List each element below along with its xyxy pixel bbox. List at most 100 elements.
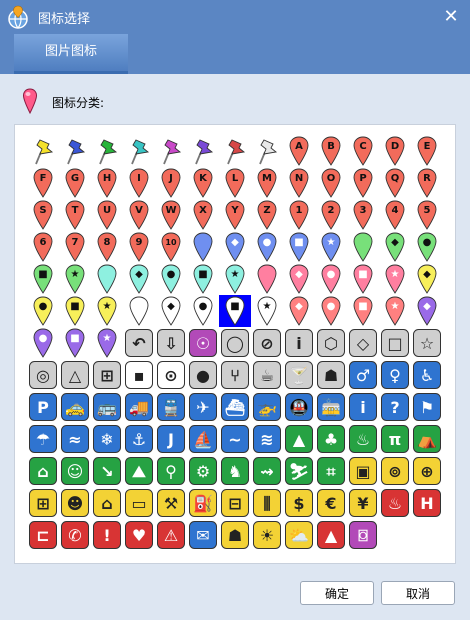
partly-sunny-icon[interactable]: ⛅ [283, 519, 315, 551]
map-pin-icon[interactable]: ★ [379, 263, 411, 295]
coffee-icon[interactable]: ☕ [251, 359, 283, 391]
map-pin-icon[interactable]: ● [155, 263, 187, 295]
map-pin-icon[interactable]: P [347, 167, 379, 199]
map-pin-icon[interactable]: O [315, 167, 347, 199]
map-pin-icon[interactable]: ★ [219, 263, 251, 295]
subway-icon[interactable]: 🚇 [283, 391, 315, 423]
map-pin-icon[interactable]: ■ [187, 263, 219, 295]
airplane-icon[interactable]: ✈ [187, 391, 219, 423]
map-pin-icon[interactable]: T [59, 199, 91, 231]
map-pin-icon[interactable] [187, 231, 219, 263]
map-pin-icon[interactable]: ■ [59, 327, 91, 359]
thumbtack-icon[interactable] [91, 135, 123, 167]
map-pin-icon[interactable]: Y [219, 199, 251, 231]
ring-icon[interactable]: ◯ [219, 327, 251, 359]
map-pin-icon[interactable]: J [155, 167, 187, 199]
trail-arrow-icon[interactable]: ↘ [91, 455, 123, 487]
map-pin-icon[interactable]: ◆ [379, 231, 411, 263]
fire-icon[interactable]: ♨ [379, 487, 411, 519]
map-pin-icon[interactable] [91, 263, 123, 295]
crosshair-icon[interactable]: ⊞ [91, 359, 123, 391]
picnic-icon[interactable]: π [379, 423, 411, 455]
phone-icon[interactable]: ✆ [59, 519, 91, 551]
help-icon[interactable]: ? [379, 391, 411, 423]
man-icon[interactable]: ♂ [347, 359, 379, 391]
thumbtack-icon[interactable] [155, 135, 187, 167]
close-icon[interactable]: ✕ [440, 6, 462, 28]
film-icon[interactable]: ⊚ [379, 455, 411, 487]
yen-icon[interactable]: ¥ [347, 487, 379, 519]
tram-icon[interactable]: 🚋 [315, 391, 347, 423]
ship-icon[interactable]: ⛴ [219, 391, 251, 423]
grocery-icon[interactable]: ⊕ [411, 455, 443, 487]
map-pin-icon[interactable]: ★ [379, 295, 411, 327]
map-pin-icon[interactable]: ◆ [411, 263, 443, 295]
map-pin-icon[interactable]: V [123, 199, 155, 231]
anchor-icon[interactable]: ⚓ [123, 423, 155, 455]
map-pin-icon[interactable]: 1 [283, 199, 315, 231]
map-pin-icon[interactable]: ◆ [411, 295, 443, 327]
sign-icon[interactable]: ⊟ [219, 487, 251, 519]
running-icon[interactable]: ⇝ [251, 455, 283, 487]
caution-icon[interactable]: ⚠ [155, 519, 187, 551]
hiking-icon[interactable]: ⛰ [123, 455, 155, 487]
camera-icon[interactable]: ⌼ [347, 519, 379, 551]
map-pin-icon[interactable]: K [187, 167, 219, 199]
map-pin-icon[interactable]: 8 [91, 231, 123, 263]
home-icon[interactable]: ⌂ [27, 455, 59, 487]
bed-icon[interactable]: ⊏ [27, 519, 59, 551]
heartbeat-icon[interactable]: ♥ [123, 519, 155, 551]
info-icon[interactable]: i [283, 327, 315, 359]
sun-icon[interactable]: ☀ [251, 519, 283, 551]
skiing-icon[interactable]: ⛷ [283, 455, 315, 487]
hexagon-icon[interactable]: ⬡ [315, 327, 347, 359]
map-pin-icon[interactable]: ★ [91, 327, 123, 359]
thumbtack-icon[interactable] [59, 135, 91, 167]
map-pin-icon[interactable]: W [155, 199, 187, 231]
hospital-icon[interactable]: H [411, 487, 443, 519]
map-pin-icon[interactable] [251, 263, 283, 295]
thumbtack-icon[interactable] [219, 135, 251, 167]
horse-icon[interactable]: ♞ [219, 455, 251, 487]
thumbtack-icon[interactable] [27, 135, 59, 167]
helicopter-icon[interactable]: 🚁 [251, 391, 283, 423]
rain-icon[interactable]: ☂ [27, 423, 59, 455]
map-pin-icon[interactable]: ● [27, 327, 59, 359]
info-blue-icon[interactable]: i [347, 391, 379, 423]
tv-icon[interactable]: ▭ [123, 487, 155, 519]
bank-icon[interactable]: ⫼ [251, 487, 283, 519]
thumbtack-icon[interactable] [123, 135, 155, 167]
map-pin-icon[interactable]: C [347, 135, 379, 167]
family-icon[interactable]: ☺ [59, 455, 91, 487]
map-pin-icon[interactable]: 5 [411, 199, 443, 231]
map-pin-icon[interactable]: ★ [91, 295, 123, 327]
fork-knife-icon[interactable]: ⑂ [219, 359, 251, 391]
map-pin-icon[interactable]: X [187, 199, 219, 231]
down-arrow-icon[interactable]: ⇩ [155, 327, 187, 359]
cancel-button[interactable]: 取消 [381, 581, 455, 605]
gray-ball-icon[interactable]: ● [187, 359, 219, 391]
ghost-face-icon[interactable]: ☉ [187, 327, 219, 359]
wrench-icon[interactable]: ⚒ [155, 487, 187, 519]
forest-icon[interactable]: ♣ [315, 423, 347, 455]
map-pin-icon[interactable]: D [379, 135, 411, 167]
map-pin-icon[interactable]: I [123, 167, 155, 199]
map-pin-icon[interactable]: Q [379, 167, 411, 199]
map-icon[interactable]: ⌗ [315, 455, 347, 487]
volcano-icon[interactable]: ▲ [315, 519, 347, 551]
map-pin-icon[interactable]: ● [315, 263, 347, 295]
fishing-icon[interactable]: J [155, 423, 187, 455]
map-pin-icon[interactable]: ■ [219, 295, 251, 327]
map-pin-icon[interactable]: R [411, 167, 443, 199]
map-pin-icon[interactable]: F [27, 167, 59, 199]
map-pin-icon[interactable]: ★ [59, 263, 91, 295]
map-pin-icon[interactable]: 4 [379, 199, 411, 231]
map-pin-icon[interactable]: ■ [27, 263, 59, 295]
fastfood-icon[interactable]: ☗ [315, 359, 347, 391]
map-pin-icon[interactable]: Z [251, 199, 283, 231]
truck-icon[interactable]: 🚚 [123, 391, 155, 423]
theater-icon[interactable]: ☻ [59, 487, 91, 519]
dollar-icon[interactable]: $ [283, 487, 315, 519]
map-pin-icon[interactable]: ■ [347, 295, 379, 327]
map-pin-icon[interactable]: ● [411, 231, 443, 263]
